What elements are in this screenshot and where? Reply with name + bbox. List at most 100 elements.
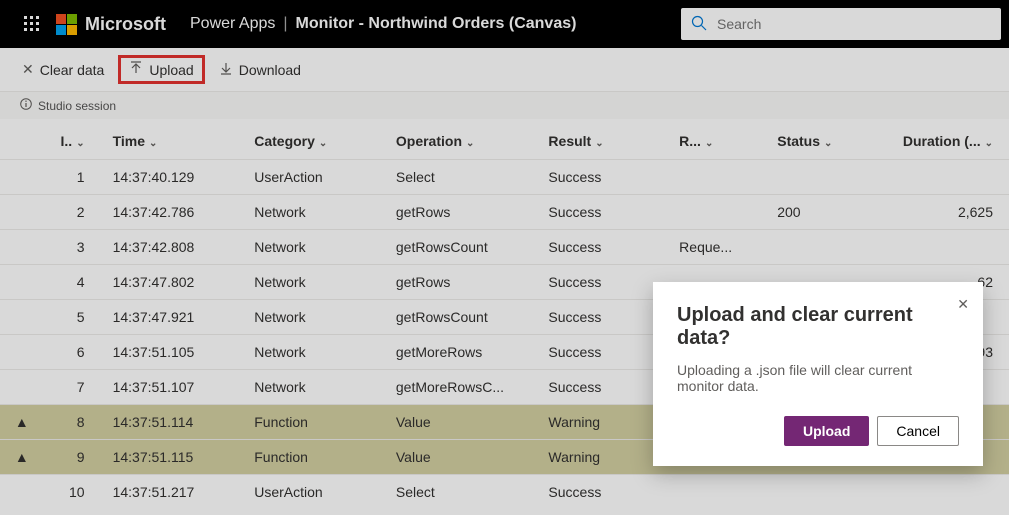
upload-label: Upload xyxy=(149,62,193,78)
chevron-down-icon: ⌄ xyxy=(76,138,84,149)
col-result[interactable]: Result⌄ xyxy=(540,119,671,160)
col-status[interactable]: Status⌄ xyxy=(769,119,889,160)
table-row[interactable]: 2 14:37:42.786 Network getRows Success 2… xyxy=(0,195,1009,230)
cell-result: Success xyxy=(540,370,671,405)
cell-time: 14:37:51.114 xyxy=(105,405,247,440)
cell-category: Function xyxy=(246,405,388,440)
cell-category: Network xyxy=(246,195,388,230)
upload-icon xyxy=(129,61,143,78)
row-status-icon-cell xyxy=(0,230,44,265)
cell-result: Success xyxy=(540,230,671,265)
cell-row xyxy=(671,195,769,230)
top-header: Microsoft Power Apps | Monitor - Northwi… xyxy=(0,0,1009,48)
cell-id: 9 xyxy=(44,440,105,475)
session-label: Studio session xyxy=(38,99,116,113)
cell-duration xyxy=(889,230,1009,265)
cell-time: 14:37:51.107 xyxy=(105,370,247,405)
cell-status xyxy=(769,475,889,510)
table-row[interactable]: 10 14:37:51.217 UserAction Select Succes… xyxy=(0,475,1009,510)
info-icon xyxy=(20,98,32,113)
row-status-icon-cell xyxy=(0,475,44,510)
warning-icon: ▲ xyxy=(15,449,29,465)
row-status-icon-cell xyxy=(0,335,44,370)
cell-time: 14:37:40.129 xyxy=(105,160,247,195)
dialog-upload-button[interactable]: Upload xyxy=(784,416,869,446)
download-icon xyxy=(219,61,233,78)
col-category[interactable]: Category⌄ xyxy=(246,119,388,160)
cell-result: Success xyxy=(540,160,671,195)
cell-operation: Select xyxy=(388,475,541,510)
cell-result: Success xyxy=(540,335,671,370)
cell-operation: getRows xyxy=(388,195,541,230)
cell-id: 5 xyxy=(44,300,105,335)
cell-category: Network xyxy=(246,300,388,335)
breadcrumb-page: Monitor - Northwind Orders (Canvas) xyxy=(296,15,577,33)
chevron-down-icon: ⌄ xyxy=(705,138,713,149)
cell-time: 14:37:42.786 xyxy=(105,195,247,230)
cell-operation: getRowsCount xyxy=(388,300,541,335)
col-duration[interactable]: Duration (...⌄ xyxy=(889,119,1009,160)
cell-id: 10 xyxy=(44,475,105,510)
search-icon xyxy=(691,15,707,34)
app-launcher-icon[interactable] xyxy=(8,0,56,48)
search-box[interactable] xyxy=(681,8,1001,40)
dialog-cancel-button[interactable]: Cancel xyxy=(877,416,959,446)
download-button[interactable]: Download xyxy=(209,55,311,84)
breadcrumb-separator: | xyxy=(283,15,287,33)
col-id[interactable]: I..⌄ xyxy=(44,119,105,160)
cell-id: 6 xyxy=(44,335,105,370)
cell-operation: getMoreRows xyxy=(388,335,541,370)
table-row[interactable]: 3 14:37:42.808 Network getRowsCount Succ… xyxy=(0,230,1009,265)
cell-id: 3 xyxy=(44,230,105,265)
cell-duration: 2,625 xyxy=(889,195,1009,230)
cell-status xyxy=(769,230,889,265)
dialog-title: Upload and clear current data? xyxy=(677,304,959,350)
cell-category: Network xyxy=(246,230,388,265)
close-icon: ✕ xyxy=(22,61,34,78)
cell-id: 4 xyxy=(44,265,105,300)
cell-result: Success xyxy=(540,195,671,230)
cell-time: 14:37:42.808 xyxy=(105,230,247,265)
row-status-icon-cell xyxy=(0,370,44,405)
col-time[interactable]: Time⌄ xyxy=(105,119,247,160)
cell-duration xyxy=(889,160,1009,195)
upload-dialog: ✕ Upload and clear current data? Uploadi… xyxy=(653,282,983,466)
breadcrumb: Power Apps | Monitor - Northwind Orders … xyxy=(190,15,576,33)
cell-result: Success xyxy=(540,265,671,300)
cell-operation: Value xyxy=(388,440,541,475)
breadcrumb-app[interactable]: Power Apps xyxy=(190,15,275,33)
cell-status xyxy=(769,160,889,195)
dialog-body: Uploading a .json file will clear curren… xyxy=(677,362,959,394)
row-status-icon-cell: ▲ xyxy=(0,440,44,475)
col-operation[interactable]: Operation⌄ xyxy=(388,119,541,160)
cell-result: Success xyxy=(540,300,671,335)
cell-operation: getMoreRowsC... xyxy=(388,370,541,405)
cell-duration xyxy=(889,475,1009,510)
cell-time: 14:37:51.105 xyxy=(105,335,247,370)
command-bar: ✕ Clear data Upload Download xyxy=(0,48,1009,92)
cell-category: UserAction xyxy=(246,160,388,195)
cell-time: 14:37:51.217 xyxy=(105,475,247,510)
close-icon: ✕ xyxy=(957,296,969,312)
clear-data-button[interactable]: ✕ Clear data xyxy=(12,55,114,84)
clear-data-label: Clear data xyxy=(40,62,105,78)
dialog-close-button[interactable]: ✕ xyxy=(957,296,969,313)
dialog-actions: Upload Cancel xyxy=(677,416,959,446)
cell-result: Success xyxy=(540,475,671,510)
cell-category: Network xyxy=(246,370,388,405)
microsoft-logo-icon xyxy=(56,14,77,35)
chevron-down-icon: ⌄ xyxy=(985,138,993,149)
chevron-down-icon: ⌄ xyxy=(466,138,474,149)
session-bar: Studio session xyxy=(0,92,1009,119)
cell-time: 14:37:47.921 xyxy=(105,300,247,335)
download-label: Download xyxy=(239,62,301,78)
cell-id: 7 xyxy=(44,370,105,405)
upload-button[interactable]: Upload xyxy=(118,55,204,84)
chevron-down-icon: ⌄ xyxy=(595,138,603,149)
cell-id: 1 xyxy=(44,160,105,195)
col-row[interactable]: R...⌄ xyxy=(671,119,769,160)
microsoft-logo[interactable]: Microsoft xyxy=(56,14,166,35)
table-row[interactable]: 1 14:37:40.129 UserAction Select Success xyxy=(0,160,1009,195)
search-input[interactable] xyxy=(717,16,991,32)
row-status-icon-cell xyxy=(0,160,44,195)
